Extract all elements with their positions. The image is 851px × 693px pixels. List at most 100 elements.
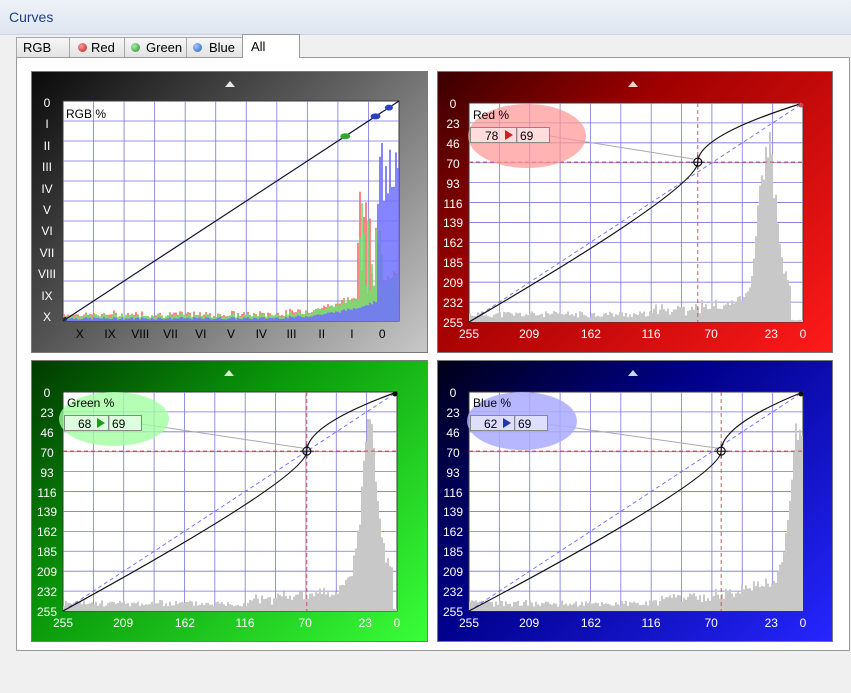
blue-histogram-bar	[781, 562, 783, 611]
blue-histogram-bar	[521, 605, 523, 611]
blue-histogram-bar	[473, 601, 475, 611]
red-histogram-bar	[663, 309, 665, 322]
green-histogram-bar	[267, 597, 269, 611]
green-histogram-bar	[253, 598, 255, 611]
blue-histogram-bar	[535, 601, 537, 611]
red-histogram-bar	[667, 308, 669, 322]
blue-histogram-bar	[597, 603, 599, 611]
green-histogram-bar	[189, 600, 191, 611]
green-histogram-bar	[275, 598, 277, 611]
rgb-histogram-blue-bar	[85, 317, 87, 321]
blue-histogram-bar	[773, 580, 775, 611]
tab-rgb[interactable]: RGB	[16, 37, 70, 57]
green-histogram-bar	[95, 601, 97, 611]
red-left-tick-label: 162	[442, 236, 464, 251]
collapse-rgb-icon[interactable]	[225, 81, 235, 87]
blue-histogram-bar	[621, 601, 623, 611]
blue-left-tick-label: 0	[449, 386, 457, 400]
red-histogram-bar	[573, 315, 575, 322]
rgb-left-tick-label: V	[42, 203, 51, 217]
red-histogram-bar	[487, 315, 489, 322]
blue-histogram-bar	[757, 581, 759, 611]
red-histogram-bar	[553, 311, 555, 322]
rgb-histogram-green-bar	[361, 203, 363, 321]
green-histogram-bar	[357, 530, 359, 611]
blue-histogram-bar	[575, 601, 577, 611]
red-output-value[interactable]: 69	[516, 127, 550, 143]
rgb-histogram-blue-bar	[371, 304, 373, 321]
blue-bottom-tick-label: 162	[580, 616, 601, 630]
blue-histogram-bar	[763, 586, 765, 611]
green-histogram-bar	[203, 605, 205, 611]
blue-graph-label: Blue %	[473, 396, 512, 410]
green-histogram-bar	[245, 606, 247, 611]
green-histogram-bar	[271, 604, 273, 611]
rgb-histogram-blue-bar	[277, 317, 279, 321]
rgb-histogram-blue-bar	[191, 319, 193, 321]
blue-histogram-bar	[507, 603, 509, 611]
green-histogram-bar	[239, 606, 241, 611]
blue-histogram-bar	[519, 605, 521, 611]
rgb-histogram-blue-bar	[73, 319, 75, 321]
tab-red[interactable]: Red	[69, 37, 125, 57]
red-histogram-bar	[733, 303, 735, 322]
green-histogram-bar	[185, 602, 187, 611]
red-left-tick-label: 139	[442, 216, 464, 231]
blue-bottom-tick-label: 209	[519, 616, 540, 630]
green-histogram-bar	[89, 603, 91, 611]
rgb-histogram-blue-bar	[121, 317, 123, 321]
green-histogram-bar	[387, 558, 389, 611]
blue-histogram-bar	[561, 600, 563, 611]
green-histogram-bar	[155, 603, 157, 611]
green-histogram-bar	[137, 601, 139, 611]
blue-histogram-bar	[775, 582, 777, 611]
red-histogram-bar	[709, 308, 711, 322]
green-histogram-bar	[151, 601, 153, 611]
rgb-histogram-blue-bar	[283, 318, 285, 321]
rgb-histogram-blue-bar	[133, 319, 135, 321]
green-histogram-bar	[333, 595, 335, 611]
red-histogram-bar	[679, 307, 681, 322]
blue-histogram-bar	[611, 605, 613, 611]
rgb-bottom-tick-label: X	[75, 327, 84, 341]
blue-left-tick-label: 209	[442, 565, 464, 580]
tab-all[interactable]: All	[242, 34, 300, 58]
tab-green[interactable]: Green	[124, 37, 187, 57]
blue-histogram-bar	[799, 429, 801, 611]
rgb-histogram-blue-bar	[269, 317, 271, 321]
collapse-red-icon[interactable]	[628, 81, 638, 87]
rgb-histogram-blue-bar	[201, 318, 203, 321]
green-histogram-bar	[117, 603, 119, 611]
red-histogram-bar	[765, 146, 767, 322]
green-left-tick-label: 116	[37, 485, 57, 500]
red-histogram-bar	[683, 306, 685, 322]
rgb-histogram-blue-bar	[101, 318, 103, 321]
rgb-histogram-blue-bar	[391, 187, 393, 321]
tab-blue[interactable]: Blue	[186, 37, 243, 57]
collapse-green-icon[interactable]	[224, 370, 234, 376]
rgb-histogram-blue-bar	[77, 319, 79, 321]
collapse-blue-icon[interactable]	[628, 370, 638, 376]
green-histogram-bar	[389, 565, 391, 611]
red-histogram-bar	[621, 312, 623, 322]
blue-histogram-bar	[727, 590, 729, 611]
rgb-histogram-blue-bar	[321, 314, 323, 321]
rgb-histogram-blue-bar	[123, 319, 125, 321]
blue-histogram-bar	[711, 596, 713, 611]
red-histogram-bar	[581, 312, 583, 322]
rgb-histogram-blue-bar	[179, 317, 181, 321]
rgb-histogram-blue-bar	[307, 317, 309, 321]
green-output-value[interactable]: 69	[108, 415, 142, 431]
rgb-histogram-blue-bar	[181, 317, 183, 321]
green-histogram-bar	[165, 603, 167, 611]
green-histogram-bar	[291, 599, 293, 611]
blue-histogram-bar	[633, 601, 635, 611]
blue-output-value[interactable]: 69	[514, 415, 548, 431]
rgb-histogram-blue-bar	[125, 318, 127, 321]
green-histogram-bar	[175, 600, 177, 611]
green-histogram-bar	[85, 604, 87, 611]
blue-histogram-bar	[759, 587, 761, 611]
rgb-histogram-blue-bar	[163, 319, 165, 321]
rgb-histogram-blue-bar	[189, 318, 191, 321]
rgb-histogram-blue-bar	[359, 307, 361, 321]
